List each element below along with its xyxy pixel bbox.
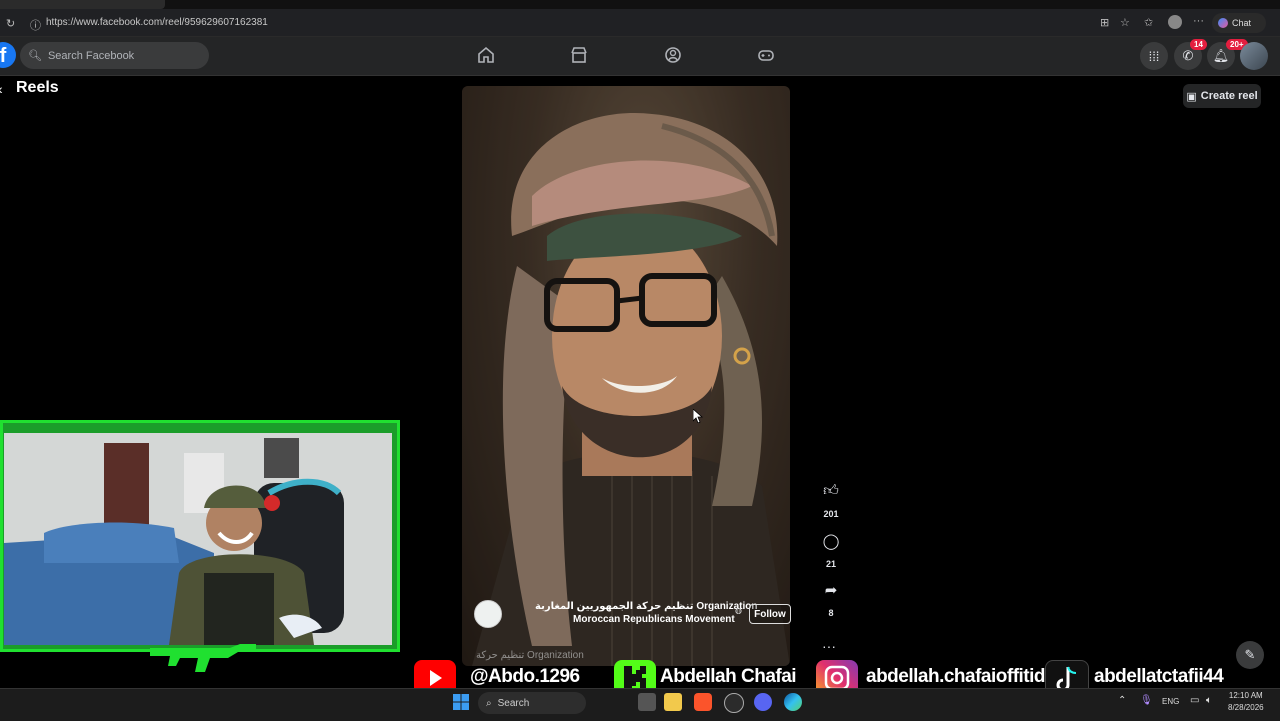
site-info-icon[interactable]: ⓘ bbox=[30, 17, 41, 33]
search-input[interactable]: 🔍︎ Search Facebook bbox=[20, 42, 209, 69]
home-icon[interactable] bbox=[476, 46, 496, 66]
discord-icon[interactable] bbox=[754, 693, 772, 711]
address-bar-url[interactable]: https://www.facebook.com/reel/9596296071… bbox=[46, 17, 268, 28]
marketplace-icon[interactable] bbox=[569, 46, 589, 66]
kick-name: Abdellah Chafai bbox=[660, 666, 797, 687]
messenger-badge: 14 bbox=[1190, 39, 1207, 50]
caption-preview: تنظيم حركة Organization bbox=[476, 650, 584, 661]
clock-date: 8/28/2026 bbox=[1228, 703, 1264, 712]
app-available-icon[interactable]: ⊞ bbox=[1100, 16, 1109, 29]
youtube-handle: @Abdo.1296 bbox=[470, 666, 580, 687]
tiktok-handle: abdellatctafii44 bbox=[1094, 666, 1224, 687]
brave-browser-icon[interactable] bbox=[694, 693, 712, 711]
more-menu-icon[interactable]: ··· bbox=[1193, 15, 1204, 27]
webcam-feed bbox=[4, 433, 392, 645]
more-options-icon[interactable]: ··· bbox=[822, 638, 836, 654]
create-reel-button[interactable]: ▣ Create reel bbox=[1183, 84, 1261, 108]
clock-time: 12:10 AM bbox=[1228, 691, 1263, 700]
like-count: 201 bbox=[823, 509, 839, 519]
compose-icon[interactable]: ✎ bbox=[1236, 641, 1264, 669]
copilot-icon bbox=[1218, 18, 1228, 28]
taskbar-search[interactable]: ⌕ Search bbox=[478, 692, 586, 714]
favorite-star-icon[interactable]: ☆ bbox=[1120, 16, 1130, 29]
globe-icon: ◍ bbox=[735, 606, 742, 615]
mouse-cursor-icon bbox=[692, 408, 704, 428]
rifle-logo-icon bbox=[150, 636, 256, 681]
back-arrow-icon[interactable]: ‹ bbox=[0, 81, 3, 97]
copilot-chat-button[interactable]: Chat bbox=[1212, 13, 1266, 33]
comment-icon[interactable]: ◯ bbox=[820, 532, 842, 554]
menu-grid-icon[interactable]: ⁞⁞⁞ bbox=[1140, 42, 1168, 70]
share-icon[interactable]: ➦ bbox=[820, 581, 842, 603]
search-placeholder: Search Facebook bbox=[47, 49, 135, 62]
search-icon: ⌕ bbox=[486, 697, 492, 709]
network-icon[interactable]: ▭ bbox=[1190, 695, 1199, 706]
tab-strip bbox=[0, 0, 1280, 9]
task-view-icon[interactable] bbox=[638, 693, 656, 711]
edge-browser-icon[interactable] bbox=[784, 693, 802, 711]
active-tab[interactable] bbox=[0, 0, 165, 9]
input-language[interactable]: ENG bbox=[1162, 697, 1179, 706]
reel-video[interactable] bbox=[462, 86, 790, 666]
obs-icon[interactable] bbox=[724, 693, 744, 713]
profile-icon[interactable] bbox=[1168, 15, 1182, 29]
chevron-up-icon[interactable]: ⌃ bbox=[1118, 695, 1126, 706]
volume-icon[interactable]: 🔈︎ bbox=[1206, 695, 1212, 706]
instagram-handle: abdellah.chafaioffitid bbox=[866, 666, 1046, 687]
page-avatar[interactable] bbox=[474, 600, 502, 628]
search-icon: 🔍︎ bbox=[28, 50, 42, 62]
comment-count: 21 bbox=[825, 559, 836, 569]
page-title: Reels bbox=[16, 79, 59, 96]
follow-button[interactable]: Follow bbox=[749, 604, 791, 624]
taskbar-search-label: Search bbox=[497, 697, 530, 709]
windows-start-icon[interactable] bbox=[452, 693, 470, 711]
video-frame bbox=[462, 86, 790, 666]
share-count: 8 bbox=[828, 608, 834, 618]
gaming-icon[interactable] bbox=[756, 46, 776, 66]
groups-icon[interactable] bbox=[663, 46, 683, 66]
camera-plus-icon: ▣ bbox=[1186, 90, 1197, 103]
microphone-icon[interactable]: 🎙︎ bbox=[1140, 695, 1153, 706]
chat-label: Chat bbox=[1232, 18, 1252, 28]
reload-icon[interactable]: ↻ bbox=[6, 17, 15, 30]
create-reel-label: Create reel bbox=[1200, 90, 1258, 102]
favorites-icon[interactable]: ✩ bbox=[1144, 16, 1153, 29]
system-clock[interactable]: 12:10 AM 8/28/2026 bbox=[1228, 690, 1264, 714]
file-explorer-icon[interactable] bbox=[664, 693, 682, 711]
like-icon[interactable]: 👍︎ bbox=[820, 482, 842, 504]
page-name-english[interactable]: Moroccan Republicans Movement bbox=[573, 614, 735, 625]
page-name-arabic[interactable]: تنظيم حركة الجمهوريين المغاربة Organizat… bbox=[535, 601, 757, 612]
account-avatar[interactable] bbox=[1240, 42, 1268, 70]
